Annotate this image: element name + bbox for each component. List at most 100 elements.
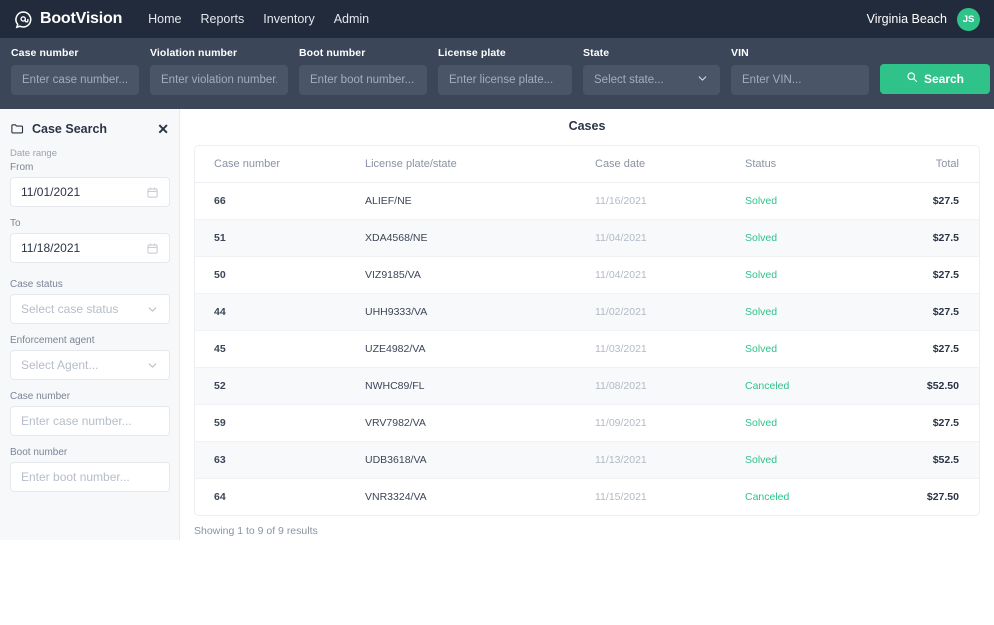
cell-total: $27.5 (875, 330, 979, 368)
search-input-violation-number[interactable] (150, 65, 288, 95)
table-row[interactable]: 51 XDA4568/NE 11/04/2021 Solved $27.5 (195, 219, 979, 257)
search-button-wrap: Search (880, 47, 990, 94)
cell-case-date: 11/04/2021 (595, 256, 745, 294)
agent-select[interactable]: Select Agent... (10, 350, 170, 380)
case-status-label: Case status (10, 279, 63, 290)
cell-license-plate: ALIEF/NE (365, 182, 595, 220)
sidebar-boot-number-group: Boot number Enter boot number... (10, 447, 170, 492)
date-to-input[interactable]: 11/18/2021 (10, 233, 170, 263)
main-content: Cases Case number License plate/state Ca… (180, 109, 994, 625)
cell-status: Solved (745, 256, 875, 294)
case-status-select[interactable]: Select case status (10, 294, 170, 324)
close-icon[interactable]: ✕ (157, 122, 169, 136)
cell-status: Solved (745, 182, 875, 220)
cases-table-card: Case number License plate/state Case dat… (194, 145, 980, 516)
cell-case-date: 11/16/2021 (595, 182, 745, 220)
table-row[interactable]: 52 NWHC89/FL 11/08/2021 Canceled $52.50 (195, 367, 979, 405)
state-select[interactable]: Select state... (583, 65, 720, 95)
date-to-group: To 11/18/2021 (10, 218, 170, 263)
table-row[interactable]: 66 ALIEF/NE 11/16/2021 Solved $27.5 (195, 182, 979, 220)
search-input-vin[interactable] (731, 65, 869, 95)
col-total[interactable]: Total (875, 146, 979, 183)
col-case-number[interactable]: Case number (195, 146, 365, 183)
cell-license-plate: VIZ9185/VA (365, 256, 595, 294)
field-license-plate: License plate (438, 47, 572, 95)
cell-license-plate: UHH9333/VA (365, 293, 595, 331)
nav-link-home[interactable]: Home (148, 12, 181, 26)
cell-status: Solved (745, 330, 875, 368)
chevron-down-icon (146, 359, 159, 372)
cell-license-plate: VRV7982/VA (365, 404, 595, 442)
folder-icon (10, 121, 25, 136)
cell-status: Canceled (745, 367, 875, 405)
app-root: BootVision Home Reports Inventory Admin … (0, 0, 994, 625)
sidebar-case-number-input[interactable]: Enter case number... (10, 406, 170, 436)
nav-links: Home Reports Inventory Admin (148, 12, 369, 26)
cell-total: $52.50 (875, 367, 979, 405)
cell-case-number: 52 (195, 367, 365, 405)
nav-right: Virginia Beach JS (866, 7, 980, 31)
cell-total: $52.5 (875, 441, 979, 479)
cell-status: Canceled (745, 491, 790, 503)
col-license-plate[interactable]: License plate/state (365, 146, 595, 183)
cell-license-plate: NWHC89/FL (365, 367, 595, 405)
table-head: Case number License plate/state Case dat… (195, 146, 979, 183)
cell-case-number: 51 (195, 219, 365, 257)
cell-case-number: 64 (214, 491, 226, 503)
calendar-icon[interactable] (146, 186, 159, 199)
sidebar-case-number-group: Case number Enter case number... (10, 391, 170, 436)
cell-case-number: 66 (195, 182, 365, 220)
cell-case-date: 11/13/2021 (595, 441, 745, 479)
cell-case-number: 63 (195, 441, 365, 479)
search-input-license-plate[interactable] (438, 65, 572, 95)
table-row[interactable]: 44 UHH9333/VA 11/02/2021 Solved $27.5 (195, 293, 979, 331)
cell-case-date: 11/02/2021 (595, 293, 745, 331)
cases-table: Case number License plate/state Case dat… (195, 146, 979, 515)
avatar[interactable]: JS (957, 7, 980, 31)
cell-license-plate: UZE4982/VA (365, 330, 595, 368)
brand[interactable]: BootVision (14, 10, 122, 29)
search-input-boot-number[interactable] (299, 65, 427, 95)
field-vin: VIN (731, 47, 869, 95)
table-header-row: Case number License plate/state Case dat… (195, 146, 979, 183)
chevron-down-icon (146, 303, 159, 316)
page-title: Cases (568, 119, 606, 133)
nav-link-inventory[interactable]: Inventory (263, 12, 314, 26)
nav-link-reports[interactable]: Reports (201, 12, 245, 26)
table-row[interactable]: 59 VRV7982/VA 11/09/2021 Solved $27.5 (195, 404, 979, 442)
date-from-input[interactable]: 11/01/2021 (10, 177, 170, 207)
table-row[interactable]: 64 VNR3324/VA 11/15/2021 Canceled $27.50 (195, 479, 979, 516)
case-status-group: Case status Select case status (10, 279, 170, 324)
label-license-plate: License plate (438, 47, 506, 59)
body-area: Case Search ✕ Date range From 11/01/2021 (0, 109, 994, 625)
cell-case-number: 59 (195, 404, 365, 442)
sidebar-boot-number-input[interactable]: Enter boot number... (10, 462, 170, 492)
chevron-down-icon (696, 72, 709, 88)
agent-value: Select Agent... (21, 358, 99, 372)
search-input-case-number[interactable] (11, 65, 139, 95)
table-row[interactable]: 45 UZE4982/VA 11/03/2021 Solved $27.5 (195, 330, 979, 368)
sidebar-header: Case Search ✕ (10, 121, 169, 136)
col-case-date[interactable]: Case date (595, 146, 745, 183)
sidebar-boot-number-label: Boot number (10, 447, 68, 458)
nav-link-admin[interactable]: Admin (334, 12, 369, 26)
cell-total: $27.5 (875, 219, 979, 257)
top-navbar: BootVision Home Reports Inventory Admin … (0, 0, 994, 38)
label-vin: VIN (731, 47, 749, 59)
cell-case-number: 44 (195, 293, 365, 331)
user-location-label: Virginia Beach (866, 12, 947, 26)
cell-license-plate: VNR3324/VA (365, 491, 427, 503)
calendar-icon[interactable] (146, 242, 159, 255)
cell-total: $27.5 (875, 293, 979, 331)
sidebar-title: Case Search (32, 121, 108, 136)
cell-case-number: 45 (195, 330, 365, 368)
label-violation-number: Violation number (150, 47, 238, 59)
search-button[interactable]: Search (880, 63, 990, 94)
table-row[interactable]: 63 UDB3618/VA 11/13/2021 Solved $52.5 (195, 441, 979, 479)
from-label: From (10, 162, 34, 173)
table-body: 66 ALIEF/NE 11/16/2021 Solved $27.5 51 XDA4568… (195, 182, 979, 516)
case-search-sidebar: Case Search ✕ Date range From 11/01/2021 (0, 109, 180, 540)
table-row[interactable]: 50 VIZ9185/VA 11/04/2021 Solved $27.5 (195, 256, 979, 294)
date-from-value: 11/01/2021 (21, 185, 81, 199)
col-status[interactable]: Status (745, 146, 875, 183)
